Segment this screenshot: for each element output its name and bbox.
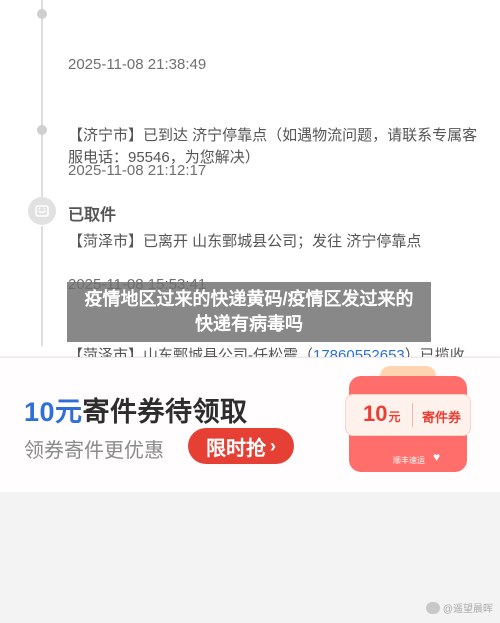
chevron-right-icon: ›: [270, 435, 276, 456]
watermark-text: @遥望晨晖: [442, 604, 493, 615]
coupon-card-amount: 10元: [363, 401, 401, 427]
timeline-dot: [37, 125, 47, 135]
coupon-card-brand: 顺丰速运: [393, 456, 425, 465]
timeline-line-bottom: [41, 226, 43, 346]
package-smile-icon: [28, 197, 56, 225]
coupon-card-amount-value: 10: [363, 401, 388, 426]
timeline-dot: [37, 9, 47, 19]
coupon-subtitle: 领券寄件更优惠: [24, 440, 164, 462]
package-smile-icon-svg: [35, 205, 49, 217]
limited-time-grab-button[interactable]: 限时抢 ›: [188, 428, 294, 464]
timeline-time: 2025-11-08 21:12:17: [68, 162, 207, 179]
empty-bottom-area: @遥望晨晖: [0, 492, 500, 623]
timeline-line-top: [41, 0, 43, 198]
coupon-card-label: 寄件券: [422, 410, 462, 425]
watermark: @遥望晨晖: [425, 600, 493, 615]
coupon-gift-illustration[interactable]: 10元 寄件券 顺丰速运 ♥: [337, 366, 479, 482]
coupon-title-amount: 10元: [24, 397, 83, 427]
title-overlay: 疫情地区过来的快递黄码/疫情区发过来的快递有病毒吗: [67, 282, 431, 342]
coupon-card-unit: 元: [388, 410, 401, 424]
coupon-ticket: 10元 寄件券: [345, 394, 471, 436]
shipping-coupon-banner[interactable]: 10元寄件券待领取 领券寄件更优惠 限时抢 › 10元 寄件券 顺丰速运 ♥: [0, 357, 500, 492]
watermark-logo-icon: [425, 601, 440, 614]
screenshot-page: 2025-11-08 21:38:49 【济宁市】已到达 济宁停靠点（如遇物流问…: [0, 0, 500, 623]
coupon-title-text: 寄件券待领取: [82, 397, 248, 427]
cta-label: 限时抢: [206, 437, 266, 460]
timeline-time: 2025-11-08 21:38:49: [68, 56, 207, 73]
heart-icon: ♥: [433, 450, 441, 464]
coupon-title: 10元寄件券待领取: [24, 390, 248, 429]
coupon-ticket-divider: [412, 403, 413, 427]
pickup-status-title: 已取件: [68, 207, 117, 224]
